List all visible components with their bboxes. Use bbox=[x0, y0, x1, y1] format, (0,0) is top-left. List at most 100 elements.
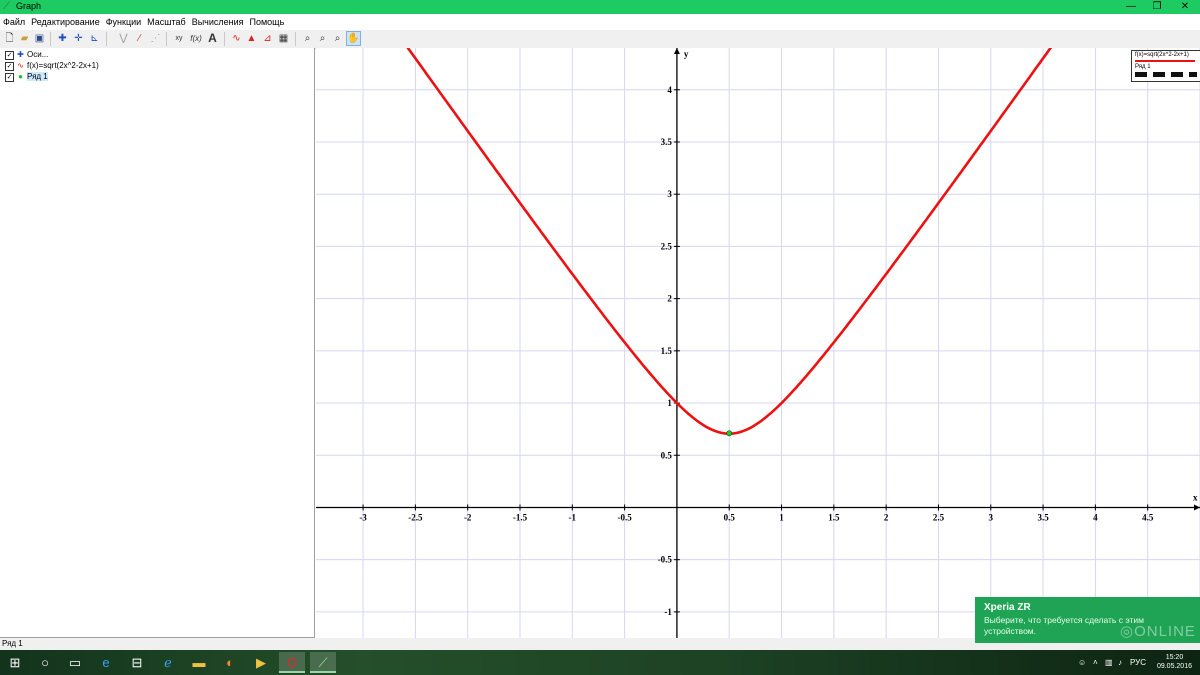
save-icon[interactable]: ▣ bbox=[33, 32, 46, 45]
legend-series-label: Ряд 1 bbox=[1135, 64, 1151, 70]
x-tick-label: 0.5 bbox=[724, 512, 736, 522]
toolbar-separator bbox=[166, 32, 167, 46]
pan-hand-icon[interactable]: ✋ bbox=[346, 31, 361, 46]
media-icon[interactable]: ▶ bbox=[248, 652, 274, 673]
zoom-fit-icon[interactable]: ⌕ bbox=[331, 32, 344, 45]
x-tick-label: 3.5 bbox=[1037, 512, 1049, 522]
area-icon[interactable]: ▲ bbox=[245, 32, 258, 45]
checkbox[interactable]: ✓ bbox=[5, 72, 14, 82]
function-icon: ∿ bbox=[17, 61, 24, 70]
shade-icon[interactable]: ⋁ bbox=[117, 32, 130, 45]
x-tick-label: -0.5 bbox=[617, 512, 632, 522]
menu-functions[interactable]: Функции bbox=[103, 14, 144, 27]
y-tick-label: 1.5 bbox=[661, 346, 673, 356]
store-icon[interactable]: ⊟ bbox=[124, 652, 150, 673]
checkbox[interactable]: ✓ bbox=[5, 61, 14, 71]
text-icon[interactable]: A bbox=[206, 32, 219, 45]
relation-icon[interactable]: ⁄ bbox=[133, 32, 146, 45]
toolbar-separator bbox=[295, 32, 296, 46]
minimize-button[interactable]: — bbox=[1118, 0, 1144, 14]
tree-item-label: f(x)=sqrt(2x^2-2x+1) bbox=[27, 61, 99, 71]
derivative-icon[interactable]: ∿ bbox=[230, 32, 243, 45]
edge-icon[interactable]: e bbox=[93, 652, 119, 673]
clock-time: 15:20 bbox=[1165, 654, 1184, 661]
legend-function-label: f(x)=sqrt(2x^2-2x+1) bbox=[1135, 52, 1189, 58]
x-tick-label: -2 bbox=[464, 512, 472, 522]
insert-tangent-icon[interactable]: ✛ bbox=[72, 32, 85, 45]
person-icon[interactable]: ☺ bbox=[1078, 650, 1086, 675]
x-tick-label: -3 bbox=[359, 512, 367, 522]
chart[interactable]: -3 -2.5 -2 -1.5 -1 -0.5 0.5 1 1.5 2 2.5 3 3.5 4 4.5 -1 -… bbox=[316, 48, 1200, 638]
title-bar: ⟋ Graph — ❐ ✕ bbox=[0, 0, 1200, 14]
tree-item-function[interactable]: ✓ ∿ f(x)=sqrt(2x^2-2x+1) bbox=[5, 61, 99, 71]
point-series-icon: ● bbox=[18, 72, 23, 81]
table-icon[interactable]: ▦ bbox=[277, 32, 290, 45]
maximize-button[interactable]: ❐ bbox=[1144, 0, 1170, 14]
app-icon[interactable]: ◐ bbox=[217, 652, 243, 673]
menu-calc[interactable]: Вычисления bbox=[189, 14, 247, 27]
volume-icon[interactable]: ♪ bbox=[1118, 650, 1122, 675]
toolbar: 🗋 ▰ ▣ ✚ ✛ ⊾ ⋁ ⁄ ⋰ xy f(x) A ∿ ▲ ⊿ ▦ ⌕ ⌕ … bbox=[0, 30, 1200, 49]
tree-item-label: Ряд 1 bbox=[27, 72, 48, 82]
explorer-icon[interactable]: ▬ bbox=[186, 652, 212, 673]
y-tick-label: 0.5 bbox=[661, 450, 673, 460]
text-function-icon[interactable]: f(x) bbox=[188, 32, 204, 45]
search-icon[interactable]: ○ bbox=[32, 652, 58, 673]
toolbar-separator bbox=[50, 32, 51, 46]
x-tick-label: 4.5 bbox=[1142, 512, 1154, 522]
y-tick-label: 3 bbox=[667, 189, 672, 199]
y-tick-label: 4 bbox=[667, 85, 672, 95]
checkbox[interactable]: ✓ bbox=[5, 50, 14, 60]
insert-series-icon[interactable]: ⊾ bbox=[88, 32, 101, 45]
legend[interactable]: f(x)=sqrt(2x^2-2x+1) Ряд 1 bbox=[1131, 50, 1200, 82]
x-tick-label: 2 bbox=[884, 512, 889, 522]
toolbar-separator bbox=[106, 32, 107, 46]
element-tree: ✓ ✚ Оси... ✓ ∿ f(x)=sqrt(2x^2-2x+1) ✓ ● Ряд 1 bbox=[0, 48, 315, 638]
chevron-up-icon[interactable]: ˄ bbox=[1093, 650, 1098, 675]
watermark-text: ONLINE bbox=[1134, 623, 1196, 640]
y-axis-arrow bbox=[673, 48, 680, 54]
open-icon[interactable]: ▰ bbox=[18, 32, 31, 45]
trendline-icon[interactable]: ⊿ bbox=[261, 32, 274, 45]
watermark-logo: ◎ONLINE bbox=[1120, 623, 1196, 640]
point-series-icon[interactable]: ⋰ bbox=[149, 32, 162, 45]
x-tick-label: 1 bbox=[779, 512, 784, 522]
close-button[interactable]: ✕ bbox=[1172, 0, 1198, 14]
insert-function-icon[interactable]: ✚ bbox=[56, 32, 69, 45]
menu-zoom[interactable]: Масштаб bbox=[144, 14, 189, 27]
start-icon[interactable]: ⊞ bbox=[2, 652, 28, 673]
ie-icon[interactable]: ℯ bbox=[155, 652, 181, 673]
task-view-icon[interactable]: ▭ bbox=[62, 652, 88, 673]
opera-icon[interactable]: O bbox=[279, 652, 305, 673]
x-tick-label: 2.5 bbox=[933, 512, 945, 522]
new-icon[interactable]: 🗋 bbox=[3, 32, 16, 45]
network-icon[interactable]: ▥ bbox=[1105, 650, 1113, 675]
graph-app-icon[interactable]: ⟋ bbox=[310, 652, 336, 673]
status-text: Ряд 1 bbox=[2, 639, 23, 648]
legend-series-swatch bbox=[1135, 72, 1197, 77]
notification-title: Xperia ZR bbox=[984, 602, 1031, 613]
y-tick-label: 2.5 bbox=[661, 241, 673, 251]
menu-edit[interactable]: Редактирование bbox=[28, 14, 103, 27]
zoom-out-icon[interactable]: ⌕ bbox=[316, 32, 329, 45]
language-indicator[interactable]: РУС bbox=[1130, 650, 1146, 675]
tree-item-series[interactable]: ✓ ● Ряд 1 bbox=[5, 72, 48, 82]
graph-canvas[interactable]: -3 -2.5 -2 -1.5 -1 -0.5 0.5 1 1.5 2 2.5 3 3.5 4 4.5 -1 -… bbox=[316, 48, 1200, 638]
graph-app-icon: ⟋ bbox=[3, 1, 10, 12]
zoom-in-icon[interactable]: ⌕ bbox=[301, 32, 314, 45]
y-axis-label: y bbox=[684, 49, 689, 59]
x-tick-label: 1.5 bbox=[828, 512, 840, 522]
x-tick-label: -1 bbox=[569, 512, 577, 522]
menu-file[interactable]: Файл bbox=[0, 14, 28, 27]
y-tick-label: 2 bbox=[667, 294, 672, 304]
y-tick-label: 3.5 bbox=[661, 137, 673, 147]
tree-item-axes[interactable]: ✓ ✚ Оси... bbox=[5, 50, 48, 60]
y-tick-label: -0.5 bbox=[658, 555, 673, 565]
x-tick-label: 4 bbox=[1093, 512, 1098, 522]
menu-help[interactable]: Помощь bbox=[247, 14, 288, 27]
y-tick-label: -1 bbox=[664, 607, 672, 617]
legend-function-swatch bbox=[1135, 60, 1195, 62]
text-label-icon[interactable]: xy bbox=[172, 32, 186, 45]
x-tick-label: 3 bbox=[989, 512, 994, 522]
clock[interactable]: 15:20 09.05.2016 bbox=[1157, 653, 1192, 671]
